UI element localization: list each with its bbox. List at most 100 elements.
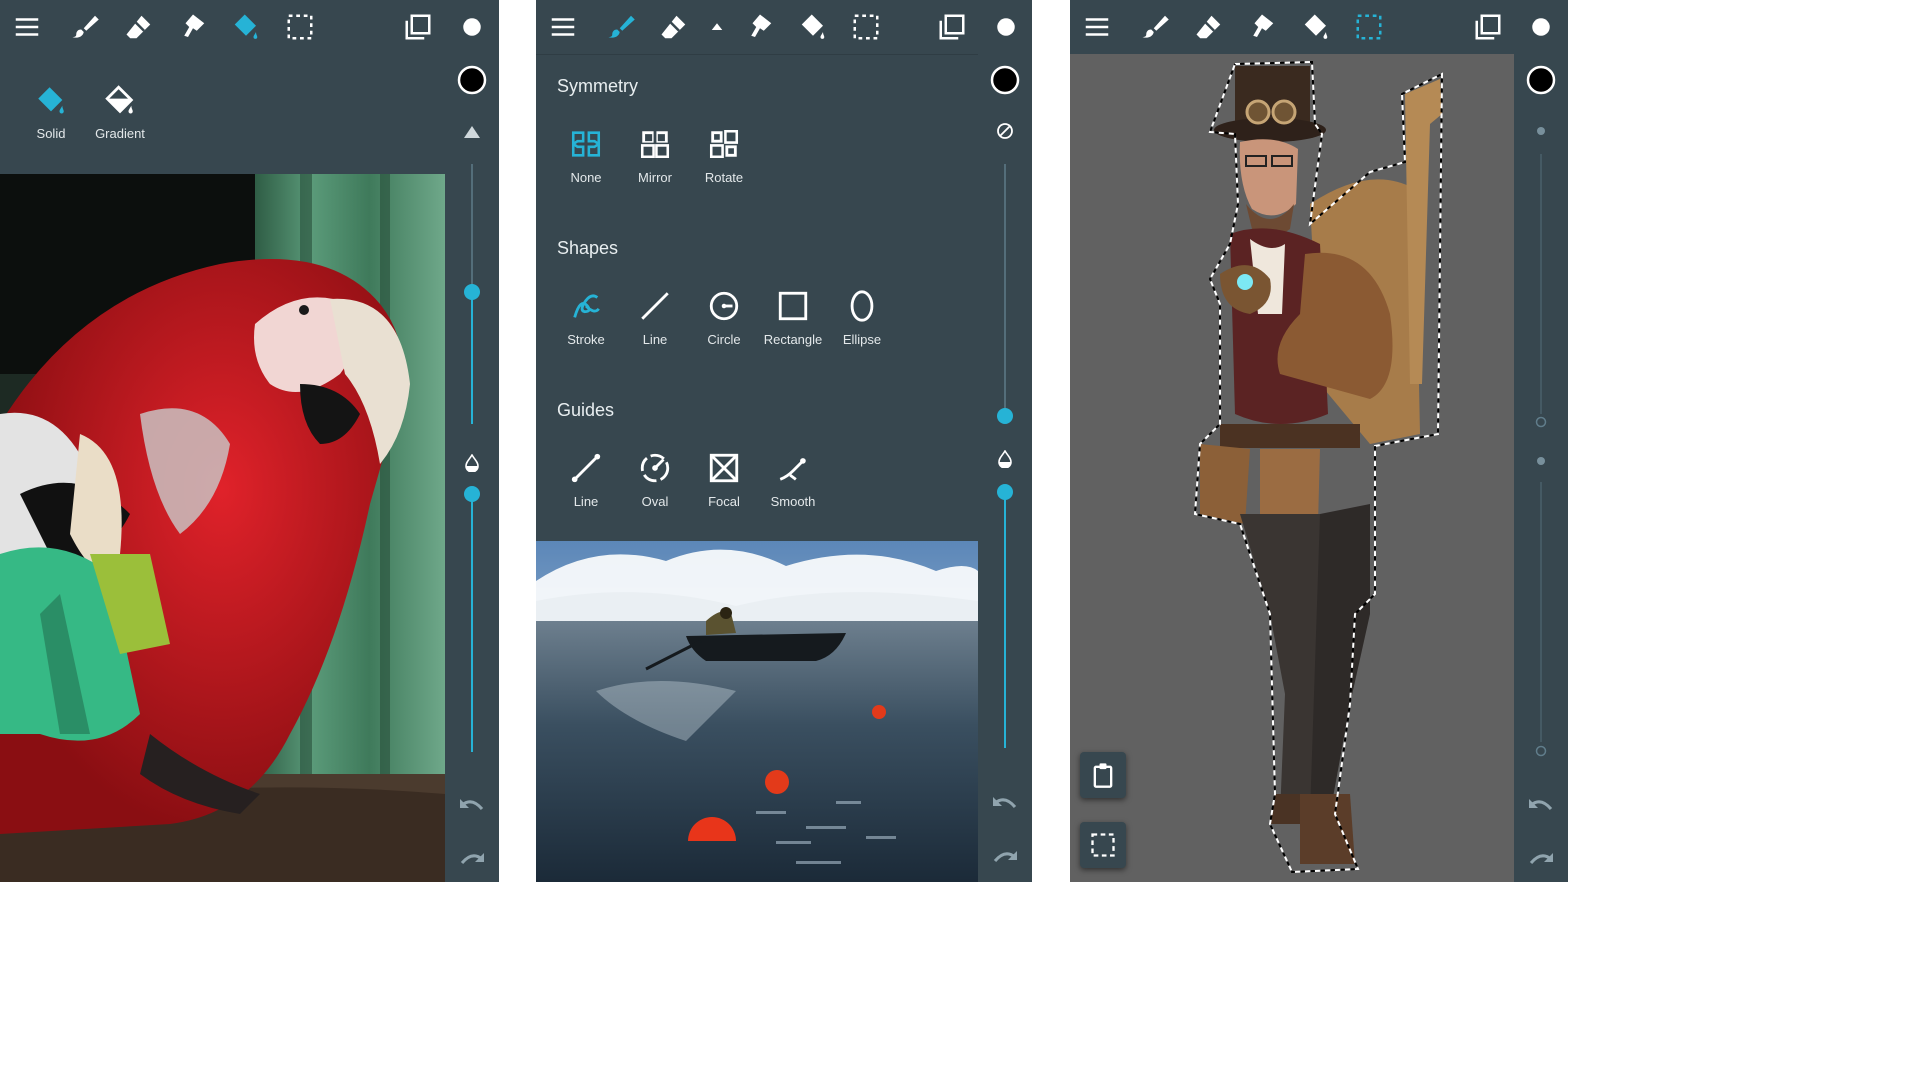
- symmetry-mirror-option[interactable]: Mirror: [622, 124, 688, 185]
- solid-fill-icon: [18, 80, 84, 120]
- undo-icon[interactable]: [990, 790, 1020, 816]
- opacity-slider-thumb[interactable]: [997, 484, 1013, 500]
- eraser-icon[interactable]: [1192, 10, 1226, 44]
- menu-icon[interactable]: [1080, 10, 1114, 44]
- size-dot-icon: [1536, 126, 1546, 136]
- fill-solid-option[interactable]: Solid: [18, 80, 84, 141]
- brush-preview-icon[interactable]: [989, 64, 1021, 96]
- line-icon: [622, 286, 688, 326]
- symmetry-none-option[interactable]: None: [553, 124, 619, 185]
- color-dot-icon[interactable]: [455, 10, 489, 44]
- layers-icon[interactable]: [935, 10, 969, 44]
- gradient-fill-icon: [87, 80, 153, 120]
- option-label: Stroke: [567, 332, 605, 347]
- selection-icon[interactable]: [849, 10, 883, 44]
- fill-icon[interactable]: [796, 10, 830, 44]
- fill-options-panel: Solid Gradient: [0, 54, 445, 174]
- brush-preview-icon[interactable]: [1525, 64, 1557, 96]
- brush-icon[interactable]: [1138, 10, 1172, 44]
- symmetry-rotate-icon: [691, 124, 757, 164]
- right-rail: [1514, 54, 1568, 882]
- option-label: Rectangle: [763, 332, 823, 347]
- redo-icon[interactable]: [990, 844, 1020, 870]
- shape-ellipse-option[interactable]: Ellipse: [829, 286, 895, 347]
- layers-icon[interactable]: [1471, 10, 1505, 44]
- option-label: Oval: [641, 494, 669, 509]
- fill-icon[interactable]: [229, 10, 263, 44]
- option-label: Mirror: [638, 170, 672, 185]
- parrot-artwork: [0, 174, 445, 882]
- drawing-canvas[interactable]: [536, 541, 978, 882]
- undo-icon[interactable]: [457, 792, 487, 818]
- paste-button[interactable]: [1080, 752, 1126, 798]
- drawing-canvas[interactable]: [0, 174, 445, 882]
- option-label: Smooth: [770, 494, 816, 509]
- drawing-canvas[interactable]: [1070, 54, 1514, 882]
- symmetry-none-icon: [553, 124, 619, 164]
- smudge-icon[interactable]: [743, 10, 777, 44]
- no-texture-icon[interactable]: [994, 120, 1016, 142]
- opacity-slider-thumb[interactable]: [1534, 744, 1548, 758]
- option-label: None: [570, 170, 602, 185]
- guide-smooth-icon: [760, 448, 826, 488]
- size-slider-track[interactable]: [1004, 164, 1006, 416]
- caret-up-icon[interactable]: [700, 10, 734, 44]
- opacity-slider-fill: [471, 494, 473, 752]
- smudge-icon[interactable]: [1245, 10, 1279, 44]
- selection-icon[interactable]: [1352, 10, 1386, 44]
- size-slider-thumb[interactable]: [464, 284, 480, 300]
- brush-icon[interactable]: [604, 10, 638, 44]
- undo-icon[interactable]: [1526, 792, 1556, 818]
- redo-icon[interactable]: [1526, 846, 1556, 872]
- opacity-icon: [995, 450, 1015, 468]
- option-label: Rotate: [704, 170, 744, 185]
- select-all-button[interactable]: [1080, 822, 1126, 868]
- section-title-guides: Guides: [557, 400, 615, 420]
- opacity-slider-track[interactable]: [1540, 482, 1542, 742]
- size-slider-thumb[interactable]: [1534, 415, 1548, 429]
- shape-line-option[interactable]: Line: [622, 286, 688, 347]
- shape-stroke-option[interactable]: Stroke: [553, 286, 619, 347]
- opacity-slider-thumb[interactable]: [464, 486, 480, 502]
- panel-divider: [536, 54, 978, 55]
- color-dot-icon[interactable]: [1524, 10, 1558, 44]
- toolbar: [1070, 0, 1568, 54]
- option-label: Line: [573, 494, 599, 509]
- opacity-icon: [462, 454, 482, 472]
- eraser-icon[interactable]: [122, 10, 156, 44]
- option-label: Ellipse: [842, 332, 882, 347]
- brush-icon[interactable]: [68, 10, 102, 44]
- redo-icon[interactable]: [457, 846, 487, 872]
- layers-icon[interactable]: [401, 10, 435, 44]
- fill-icon[interactable]: [1299, 10, 1333, 44]
- size-slider-fill: [471, 292, 473, 424]
- brush-options-panel: Symmetry None Mirror Rotate Shapes Strok…: [536, 54, 978, 541]
- brush-preview-icon[interactable]: [456, 64, 488, 96]
- menu-icon[interactable]: [10, 10, 44, 44]
- smudge-icon[interactable]: [176, 10, 210, 44]
- guide-oval-option[interactable]: Oval: [622, 448, 688, 509]
- fill-option-label: Gradient: [95, 126, 145, 141]
- symmetry-mirror-icon: [622, 124, 688, 164]
- size-slider-thumb[interactable]: [997, 408, 1013, 424]
- circle-icon: [691, 286, 757, 326]
- shape-circle-option[interactable]: Circle: [691, 286, 757, 347]
- fill-gradient-option[interactable]: Gradient: [87, 80, 153, 141]
- guide-line-option[interactable]: Line: [553, 448, 619, 509]
- option-label: Line: [642, 332, 668, 347]
- toolbar: [536, 0, 1032, 54]
- opacity-slider-fill: [1004, 492, 1006, 748]
- selection-icon: [1091, 833, 1115, 857]
- shape-rectangle-option[interactable]: Rectangle: [760, 286, 826, 347]
- steampunk-artwork: [1070, 54, 1514, 882]
- menu-icon[interactable]: [546, 10, 580, 44]
- selection-icon[interactable]: [283, 10, 317, 44]
- color-dot-icon[interactable]: [989, 10, 1023, 44]
- size-icon: [460, 124, 484, 140]
- guide-smooth-option[interactable]: Smooth: [760, 448, 826, 509]
- size-slider-track[interactable]: [1540, 154, 1542, 414]
- right-rail: [445, 54, 499, 882]
- eraser-icon[interactable]: [657, 10, 691, 44]
- symmetry-rotate-option[interactable]: Rotate: [691, 124, 757, 185]
- guide-focal-option[interactable]: Focal: [691, 448, 757, 509]
